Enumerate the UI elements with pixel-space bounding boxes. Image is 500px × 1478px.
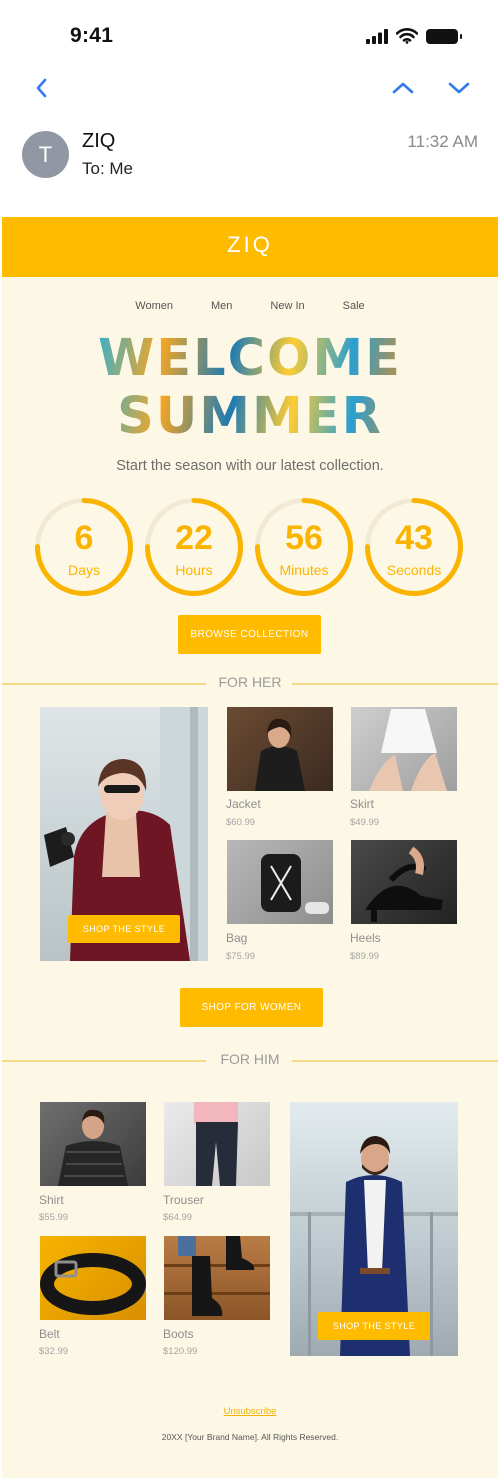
countdown-days-value: 6 [74, 519, 94, 557]
copyright-text: 20XX [Your Brand Name]. All Rights Reser… [161, 1432, 339, 1442]
chevron-left-icon[interactable] [30, 76, 54, 100]
countdown-seconds: 43 Seconds [365, 498, 463, 596]
unsubscribe-link[interactable]: Unsubscribe [2, 1406, 498, 1417]
product-image-jacket[interactable] [227, 707, 333, 791]
countdown-hours: 22 Hours [145, 498, 243, 596]
product-price-belt: $32.99 [39, 1346, 69, 1357]
product-image-shirt[interactable] [40, 1102, 146, 1186]
shirt-icon [58, 1109, 128, 1186]
menu-item-men[interactable]: Men [211, 300, 232, 312]
menu-item-new-in[interactable]: New In [270, 300, 304, 312]
status-icons [366, 28, 462, 44]
headline-welcome: WELCOME [2, 329, 498, 388]
menu-item-women[interactable]: Women [135, 300, 173, 312]
countdown-hours-label: Hours [175, 562, 213, 578]
signal-icon [366, 28, 388, 44]
boots-icon [164, 1236, 270, 1316]
menu-item-sale[interactable]: Sale [343, 300, 365, 312]
product-name-shirt[interactable]: Shirt [39, 1193, 64, 1207]
belt-icon [40, 1253, 146, 1315]
product-image-belt[interactable] [40, 1236, 146, 1320]
product-price-bag: $75.99 [226, 951, 256, 962]
product-price-shirt: $55.99 [39, 1212, 69, 1223]
countdown-days-label: Days [68, 562, 100, 578]
countdown-timer: 6 Days 22 Hours 56 Minutes 43 Seconds [35, 498, 465, 596]
product-image-heels[interactable] [351, 840, 457, 924]
message-time: 11:32 AM [407, 132, 478, 151]
countdown-minutes-value: 56 [285, 519, 323, 557]
heels-icon [365, 846, 443, 922]
email-body: ZIQ Women Men New In Sale WELCOME SUMMER… [2, 217, 498, 1478]
for-her-heading: FOR HER [218, 674, 282, 690]
countdown-hours-value: 22 [175, 519, 213, 557]
countdown-minutes: 56 Minutes [255, 498, 353, 596]
brand-header: ZIQ [2, 217, 498, 277]
product-image-boots[interactable] [164, 1236, 270, 1320]
product-image-skirt[interactable] [351, 707, 457, 791]
for-her-divider: FOR HER [2, 674, 498, 694]
headline-summer: SUMMER [2, 387, 498, 446]
countdown-days: 6 Days [35, 498, 133, 596]
for-him-shop-style-button[interactable]: SHOP THE STYLE [318, 1312, 430, 1340]
product-name-belt[interactable]: Belt [39, 1327, 60, 1341]
bag-icon [261, 854, 329, 914]
product-name-skirt[interactable]: Skirt [350, 797, 374, 811]
shop-for-women-button[interactable]: SHOP FOR WOMEN [180, 988, 323, 1027]
product-price-boots: $120.99 [163, 1346, 198, 1357]
status-bar: 9:41 [0, 0, 500, 70]
countdown-seconds-value: 43 [395, 519, 433, 557]
product-name-boots[interactable]: Boots [163, 1327, 194, 1341]
product-price-heels: $89.99 [350, 951, 380, 962]
wifi-icon [396, 28, 418, 44]
recipient-line: To: Me [82, 159, 134, 178]
product-name-jacket[interactable]: Jacket [226, 797, 261, 811]
for-her-shop-style-button[interactable]: SHOP THE STYLE [68, 915, 180, 943]
product-name-trouser[interactable]: Trouser [163, 1193, 204, 1207]
countdown-minutes-label: Minutes [279, 562, 329, 578]
email-menu: Women Men New In Sale [2, 300, 498, 312]
for-him-heading: FOR HIM [220, 1051, 280, 1067]
battery-icon [426, 28, 462, 44]
status-time: 9:41 [70, 24, 114, 47]
product-image-trouser[interactable] [164, 1102, 270, 1186]
mail-nav [0, 72, 500, 104]
for-him-divider: FOR HIM [2, 1051, 498, 1071]
countdown-seconds-label: Seconds [386, 562, 442, 578]
product-name-bag[interactable]: Bag [226, 931, 247, 945]
brand-logo[interactable]: ZIQ [2, 232, 498, 258]
chevron-up-icon[interactable] [390, 76, 416, 100]
trouser-icon [194, 1102, 238, 1186]
product-name-heels[interactable]: Heels [350, 931, 381, 945]
jacket-icon [255, 718, 305, 791]
product-image-bag[interactable] [227, 840, 333, 924]
chevron-down-icon[interactable] [446, 76, 472, 100]
product-price-trouser: $64.99 [163, 1212, 193, 1223]
browse-collection-button[interactable]: BROWSE COLLECTION [178, 615, 321, 654]
product-price-jacket: $60.99 [226, 817, 256, 828]
tagline: Start the season with our latest collect… [116, 458, 384, 474]
skirt-icon [369, 709, 447, 791]
avatar[interactable]: T [22, 131, 69, 178]
sender-name[interactable]: ZIQ [82, 130, 115, 153]
product-price-skirt: $49.99 [350, 817, 380, 828]
